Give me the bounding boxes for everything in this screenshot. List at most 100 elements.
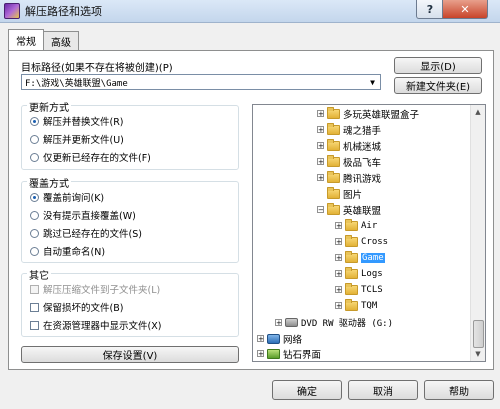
expander-icon[interactable]: + <box>317 174 324 182</box>
scrollbar-thumb[interactable] <box>473 320 484 348</box>
tree-node[interactable]: + 网络 <box>257 332 303 346</box>
misc-title: 其它 <box>27 267 51 282</box>
expander-icon[interactable]: + <box>335 286 342 294</box>
save-settings-button[interactable]: 保存设置(V) <box>21 346 239 363</box>
window-title: 解压路径和选项 <box>25 5 102 18</box>
radio-button[interactable] <box>30 152 39 162</box>
tree-node[interactable]: + 极品飞车 <box>317 154 382 169</box>
ok-button[interactable]: 确定 <box>272 380 342 400</box>
tree-scrollbar[interactable]: ▲ ▼ <box>470 105 485 361</box>
tree-node[interactable]: + 多玩英雄联盟盒子 <box>317 106 419 121</box>
option-label: 自动重命名(N) <box>43 247 106 258</box>
close-button[interactable]: ✕ <box>442 0 488 19</box>
expander-icon[interactable]: + <box>257 350 264 358</box>
expander-icon[interactable]: + <box>335 254 342 262</box>
tree-node[interactable]: + 钻石界面 <box>257 347 321 361</box>
target-path-combo[interactable]: F:\游戏\英雄联盟\Game ▼ <box>21 74 381 90</box>
network-icon <box>267 333 280 344</box>
tree-node-label: 腾讯游戏 <box>343 173 382 185</box>
tree-node-label: 魂之猎手 <box>343 125 382 137</box>
tree-node[interactable]: + Cross <box>335 234 389 248</box>
tree-node[interactable]: + 魂之猎手 <box>317 122 382 137</box>
help-button[interactable]: 帮助 <box>424 380 494 400</box>
radio-button[interactable] <box>30 228 39 238</box>
folder-icon <box>327 106 340 119</box>
radio-update-files[interactable]: 解压并更新文件(U) <box>30 132 124 146</box>
tab-strip: 常规 高级 <box>8 29 79 51</box>
expander-icon[interactable]: + <box>317 110 324 118</box>
radio-button[interactable] <box>30 134 39 144</box>
expander-icon[interactable]: + <box>317 158 324 166</box>
expander-icon[interactable]: + <box>275 319 282 327</box>
checkbox[interactable] <box>30 320 39 330</box>
expander-icon[interactable]: − <box>317 206 324 214</box>
show-button[interactable]: 显示(D) <box>394 57 482 74</box>
overwrite-mode-title: 覆盖方式 <box>27 175 71 190</box>
tree-node[interactable]: + DVD RW 驱动器 (G:) <box>275 316 393 329</box>
scroll-up-icon[interactable]: ▲ <box>471 105 485 119</box>
tree-node[interactable]: + TQM <box>335 298 378 312</box>
option-label: 覆盖前询问(K) <box>43 193 105 204</box>
checkbox[interactable] <box>30 302 39 312</box>
radio-auto-rename[interactable]: 自动重命名(N) <box>30 244 105 258</box>
tree-node-label: 网络 <box>283 334 303 346</box>
scroll-down-icon[interactable]: ▼ <box>471 347 485 361</box>
expander-icon[interactable]: + <box>335 222 342 230</box>
expander-icon[interactable]: + <box>335 238 342 246</box>
folder-tree[interactable]: + 多玩英雄联盟盒子 + 魂之猎手 + 机械迷城 + 极品飞车 + 腾讯游戏 图片 − 英雄… <box>252 104 486 362</box>
tree-node-label: Game <box>361 252 385 263</box>
radio-overwrite-without-prompt[interactable]: 没有提示直接覆盖(W) <box>30 208 136 222</box>
tree-node-label: TQM <box>361 300 378 311</box>
dvd-drive-icon <box>285 318 298 327</box>
expander-icon[interactable]: + <box>317 142 324 150</box>
tree-node-label: 英雄联盟 <box>343 205 382 217</box>
folder-icon <box>267 348 280 359</box>
expander-icon[interactable]: + <box>335 270 342 278</box>
option-label: 解压压缩文件到子文件夹(L) <box>43 285 161 296</box>
tree-node[interactable]: + 腾讯游戏 <box>317 170 382 185</box>
chevron-down-icon[interactable]: ▼ <box>366 76 379 88</box>
checkbox-keep-broken-files[interactable]: 保留损坏的文件(B) <box>30 300 123 314</box>
tree-node-label: Cross <box>361 236 389 247</box>
radio-button[interactable] <box>30 210 39 220</box>
tree-node-selected[interactable]: + Game <box>335 250 385 264</box>
new-folder-button[interactable]: 新建文件夹(E) <box>394 77 482 94</box>
expander-icon[interactable]: + <box>335 302 342 310</box>
radio-skip-existing[interactable]: 跳过已经存在的文件(S) <box>30 226 142 240</box>
expander-icon[interactable]: + <box>257 335 264 343</box>
tab-advanced[interactable]: 高级 <box>43 31 79 50</box>
target-path-value: F:\游戏\英雄联盟\Game <box>25 78 128 89</box>
folder-icon <box>327 170 340 183</box>
tree-node-label: DVD RW 驱动器 (G:) <box>301 319 394 329</box>
tree-node[interactable]: + TCLS <box>335 282 383 296</box>
checkbox-show-in-explorer[interactable]: 在资源管理器中显示文件(X) <box>30 318 161 332</box>
general-tab-panel: 目标路径(如果不存在将被创建)(P) F:\游戏\英雄联盟\Game ▼ 显示(… <box>8 50 494 370</box>
tree-node[interactable]: − 英雄联盟 <box>317 202 382 217</box>
radio-ask-before-overwrite[interactable]: 覆盖前询问(K) <box>30 190 104 204</box>
tree-node[interactable]: + 机械迷城 <box>317 138 381 153</box>
option-label: 仅更新已经存在的文件(F) <box>43 153 151 164</box>
radio-replace-files[interactable]: 解压并替换文件(R) <box>30 114 124 128</box>
tree-node-label: 极品飞车 <box>343 157 382 169</box>
folder-icon <box>327 186 340 199</box>
radio-freshen-existing[interactable]: 仅更新已经存在的文件(F) <box>30 150 151 164</box>
tab-general[interactable]: 常规 <box>8 29 44 50</box>
overwrite-mode-group: 覆盖方式 覆盖前询问(K) 没有提示直接覆盖(W) 跳过已经存在的文件(S) 自… <box>21 175 239 263</box>
radio-button[interactable] <box>30 192 39 202</box>
folder-icon <box>327 202 340 215</box>
tree-node[interactable]: + Air <box>335 218 377 232</box>
tree-node[interactable]: + Logs <box>335 266 383 280</box>
cancel-button[interactable]: 取消 <box>348 380 418 400</box>
expander-icon[interactable]: + <box>317 126 324 134</box>
tree-node[interactable]: 图片 <box>327 186 362 201</box>
option-label: 跳过已经存在的文件(S) <box>43 229 142 240</box>
folder-icon <box>345 266 358 279</box>
checkbox <box>30 284 39 294</box>
radio-button[interactable] <box>30 246 39 256</box>
option-label: 在资源管理器中显示文件(X) <box>43 321 162 332</box>
help-icon-button[interactable]: ? <box>416 0 444 19</box>
option-label: 没有提示直接覆盖(W) <box>43 211 136 222</box>
radio-button[interactable] <box>30 116 39 126</box>
title-bar: 解压路径和选项 ? ✕ <box>0 0 500 23</box>
checkbox-extract-to-subfolders: 解压压缩文件到子文件夹(L) <box>30 282 160 296</box>
